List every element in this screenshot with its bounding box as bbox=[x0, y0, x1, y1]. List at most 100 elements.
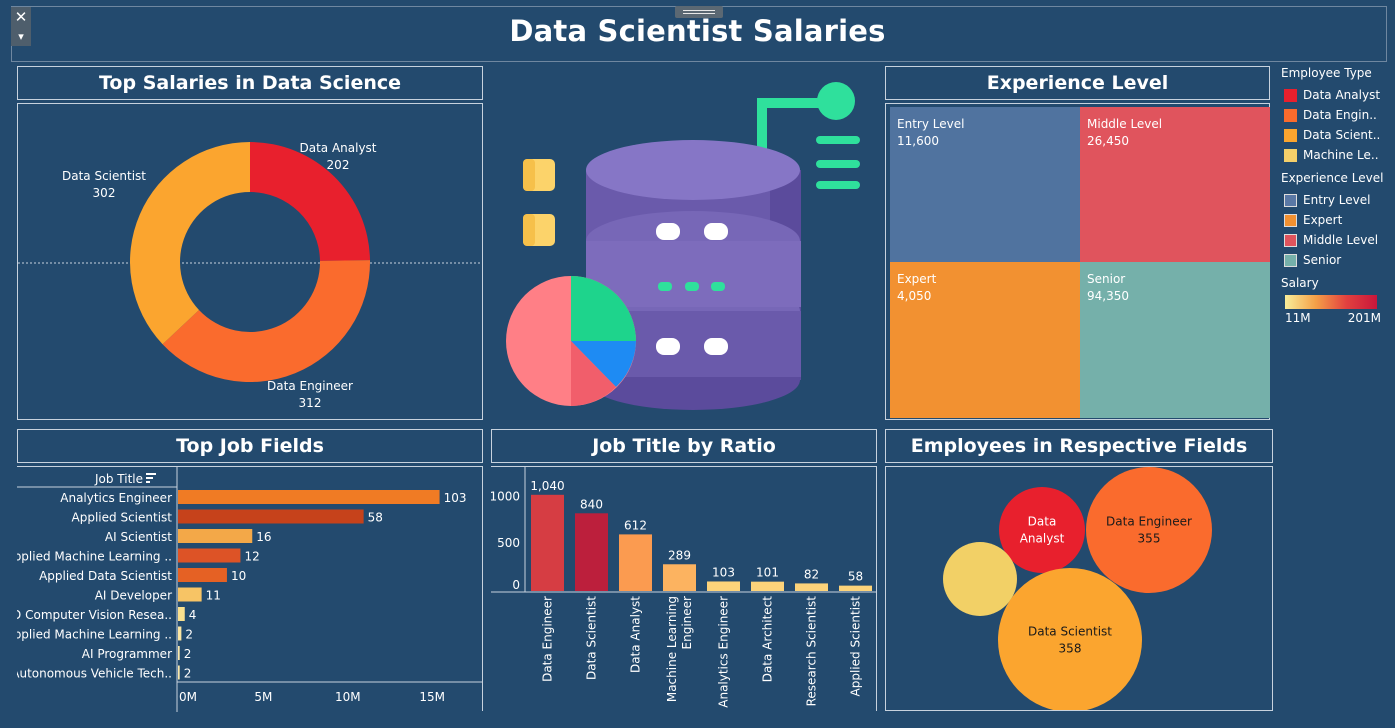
job-field-bar[interactable] bbox=[178, 548, 241, 563]
job-field-label: Autonomous Vehicle Tech.. bbox=[17, 667, 172, 681]
ratio-category-text: Machine Learning bbox=[665, 596, 679, 702]
legend-experience-item[interactable]: Expert bbox=[1281, 210, 1391, 230]
donut-slice[interactable] bbox=[162, 260, 370, 382]
treemap-cell-middle[interactable]: Middle Level 26,450 bbox=[1080, 107, 1270, 262]
ratio-bar[interactable] bbox=[575, 513, 608, 591]
legend-experience-item[interactable]: Entry Level bbox=[1281, 190, 1391, 210]
legend-experience-label: Senior bbox=[1303, 253, 1342, 267]
job-field-bar[interactable] bbox=[178, 568, 227, 582]
ratio-bar[interactable] bbox=[795, 583, 828, 591]
treemap-label-expert: Expert bbox=[897, 272, 937, 286]
ratio-category-text: Data Analyst bbox=[629, 596, 643, 673]
job-field-value: 103 bbox=[444, 491, 467, 505]
job-title-column-header[interactable]: Job Title bbox=[94, 472, 143, 486]
job-field-bar[interactable] bbox=[178, 490, 440, 504]
bubble[interactable] bbox=[999, 487, 1085, 573]
donut-slice-value: 312 bbox=[299, 396, 322, 410]
ratio-category-label: Machine Learning Engineer bbox=[665, 596, 694, 702]
legend-employee-type-swatch bbox=[1284, 88, 1297, 102]
ratio-value-label: 82 bbox=[804, 567, 819, 581]
ratio-category-text: Applied Scientist bbox=[849, 596, 863, 697]
ratio-value-label: 1,040 bbox=[530, 479, 564, 493]
ratio-bar[interactable] bbox=[751, 581, 784, 591]
treemap-label-entry: Entry Level bbox=[897, 117, 965, 131]
top-salaries-panel: Data Analyst 202 Data Engineer 312 Data Scie… bbox=[17, 103, 483, 420]
job-field-label: Applied Scientist bbox=[72, 511, 173, 525]
connector-node bbox=[817, 82, 855, 120]
legend-salary-title: Salary bbox=[1281, 276, 1319, 290]
legend-employee-type-item[interactable]: Data Engin.. bbox=[1281, 105, 1391, 125]
legend-experience-item[interactable]: Senior bbox=[1281, 250, 1391, 270]
donut-slice[interactable] bbox=[130, 142, 250, 345]
sort-icon-bar bbox=[146, 477, 153, 479]
ratio-category-label: Data Scientist bbox=[585, 596, 599, 680]
legend-employee-type-label: Data Scient.. bbox=[1303, 128, 1381, 142]
treemap-label-senior: Senior bbox=[1087, 272, 1126, 286]
ratio-value-label: 58 bbox=[848, 570, 863, 584]
legend-employee-type-item[interactable]: Data Scient.. bbox=[1281, 125, 1391, 145]
ratio-category-text: Research Scientist bbox=[805, 596, 819, 707]
legend-employee-type-item[interactable]: Data Analyst bbox=[1281, 85, 1391, 105]
treemap-cell-senior[interactable]: Senior 94,350 bbox=[1080, 262, 1270, 418]
bubble[interactable] bbox=[943, 542, 1017, 616]
sort-icon[interactable] bbox=[146, 473, 156, 483]
job-field-value: 2 bbox=[184, 647, 192, 661]
donut-slice-label: Data Scientist bbox=[62, 169, 146, 183]
legend-employee-type-item[interactable]: Machine Le.. bbox=[1281, 145, 1391, 165]
ratio-title: Job Title by Ratio bbox=[491, 429, 877, 463]
yellow-block-2-side bbox=[523, 214, 535, 246]
ratio-bar[interactable] bbox=[707, 581, 740, 591]
legend-experience-label: Entry Level bbox=[1303, 193, 1371, 207]
job-field-bar[interactable] bbox=[178, 587, 202, 602]
ratio-value-label: 101 bbox=[756, 566, 779, 580]
database-dot-3 bbox=[711, 282, 725, 291]
bubble[interactable] bbox=[1086, 467, 1212, 593]
job-field-label: AI Programmer bbox=[82, 647, 172, 661]
experience-title: Experience Level bbox=[885, 66, 1270, 100]
bubble[interactable] bbox=[998, 568, 1142, 712]
ratio-category-label: Data Engineer bbox=[541, 596, 555, 682]
donut-slice-value: 302 bbox=[93, 186, 116, 200]
job-field-bar[interactable] bbox=[178, 646, 180, 660]
treemap-value-expert: 4,050 bbox=[897, 289, 932, 303]
legend-employee-type-label: Data Engin.. bbox=[1303, 108, 1377, 122]
job-fields-x-tick: 10M bbox=[335, 690, 361, 704]
job-field-value: 4 bbox=[189, 608, 197, 622]
sort-icon-bar bbox=[146, 473, 156, 475]
ratio-value-label: 840 bbox=[580, 497, 603, 511]
ratio-bar[interactable] bbox=[663, 564, 696, 591]
job-field-bar[interactable] bbox=[178, 529, 253, 543]
job-field-label: Applied Machine Learning .. bbox=[17, 628, 172, 642]
job-field-label: Analytics Engineer bbox=[60, 491, 172, 505]
ratio-category-label: Analytics Engineer bbox=[717, 596, 731, 708]
dashboard-title: Data Scientist Salaries bbox=[509, 14, 886, 48]
ratio-bar[interactable] bbox=[619, 534, 652, 591]
legend-employee-type-swatch bbox=[1284, 108, 1297, 122]
job-field-bar[interactable] bbox=[178, 607, 185, 621]
legend-experience-swatch bbox=[1284, 253, 1297, 267]
legend-experience-label: Middle Level bbox=[1303, 233, 1379, 247]
database-light-2 bbox=[704, 223, 728, 240]
ratio-category-text: Analytics Engineer bbox=[717, 596, 731, 708]
treemap-cell-entry[interactable]: Entry Level 11,600 bbox=[890, 107, 1080, 262]
job-field-bar[interactable] bbox=[178, 665, 180, 680]
ratio-bar[interactable] bbox=[839, 585, 872, 591]
job-field-label: 3D Computer Vision Resea.. bbox=[17, 608, 172, 622]
job-field-bar[interactable] bbox=[178, 626, 182, 641]
ratio-category-text: Data Architect bbox=[761, 596, 775, 683]
legend-experience-item[interactable]: Middle Level bbox=[1281, 230, 1391, 250]
legend-employee-type-label: Machine Le.. bbox=[1303, 148, 1379, 162]
ratio-category-text: Data Engineer bbox=[541, 596, 555, 682]
ratio-bar[interactable] bbox=[531, 494, 564, 591]
ratio-category-text: Engineer bbox=[680, 596, 694, 650]
ratio-category-text: Data Scientist bbox=[585, 596, 599, 680]
donut-slice-label: Data Analyst bbox=[299, 141, 376, 155]
donut-slice[interactable] bbox=[250, 142, 370, 261]
job-field-value: 16 bbox=[256, 530, 271, 544]
job-field-bar[interactable] bbox=[178, 509, 364, 524]
ratio-category-label: Applied Scientist bbox=[849, 596, 863, 697]
treemap-cell-expert[interactable]: Expert 4,050 bbox=[890, 262, 1080, 418]
salary-gradient bbox=[1285, 295, 1377, 309]
database-light-4 bbox=[704, 338, 728, 355]
experience-panel: Entry Level 11,600 Middle Level 26,450 E… bbox=[885, 103, 1270, 420]
